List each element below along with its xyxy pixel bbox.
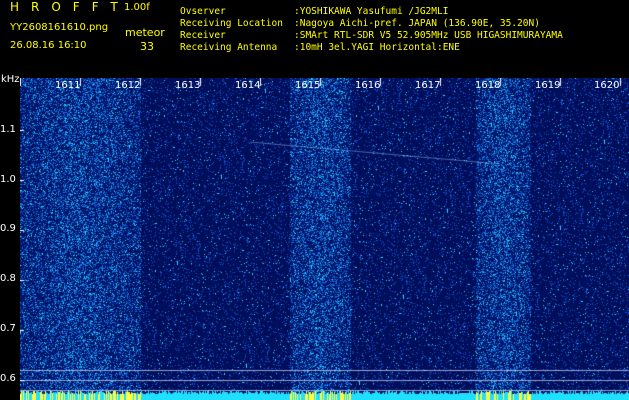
y-tick-label: 0.6 [0,373,16,384]
antenna-label: Receiving Antenna [180,42,278,53]
x-tick-label: 1611 [55,80,81,91]
receiver-label: Receiver [180,30,226,41]
y-tick-label: 1.0 [0,174,16,185]
observer-label: Ovserver [180,6,226,17]
meteor-count: 33 [140,40,154,53]
antenna-value: :10mH 3el.YAGI Horizontal:ENE [294,42,460,53]
x-tick-label: 1612 [115,80,141,91]
timestamp-label: 26.08.16 16:10 [10,40,87,51]
hrofft-window: HROFFT 1.00f YY2608161610.png meteor 26.… [0,0,629,400]
y-axis-unit-label: kHz [1,74,20,85]
x-tick-label: 1616 [355,80,381,91]
x-tick-label: 1617 [415,80,441,91]
app-title: HROFFT [10,0,130,14]
x-tick-label: 1614 [235,80,261,91]
y-tick-label: 0.9 [0,223,16,234]
x-tick-label: 1619 [535,80,561,91]
observer-value: :YOSHIKAWA Yasufumi /JG2MLI [294,6,449,17]
receiver-value: :SMArt RTL-SDR V5 52.905MHz USB HIGASHIM… [294,30,563,41]
x-tick-label: 1618 [475,80,501,91]
y-tick-label: 1.1 [0,124,16,135]
location-label: Receiving Location [180,18,283,29]
y-tick-label: 0.8 [0,273,16,284]
spectrogram-canvas [20,78,629,400]
y-tick-label: 0.7 [0,323,16,334]
version-label: 1.00f [124,2,150,13]
meteor-label: meteor [125,26,165,39]
filename-label: YY2608161610.png [10,22,109,33]
x-tick-label: 1620 [594,80,620,91]
location-value: :Nagoya Aichi-pref. JAPAN (136.90E, 35.2… [294,18,540,29]
x-tick-label: 1615 [295,80,321,91]
x-tick-label: 1613 [175,80,201,91]
